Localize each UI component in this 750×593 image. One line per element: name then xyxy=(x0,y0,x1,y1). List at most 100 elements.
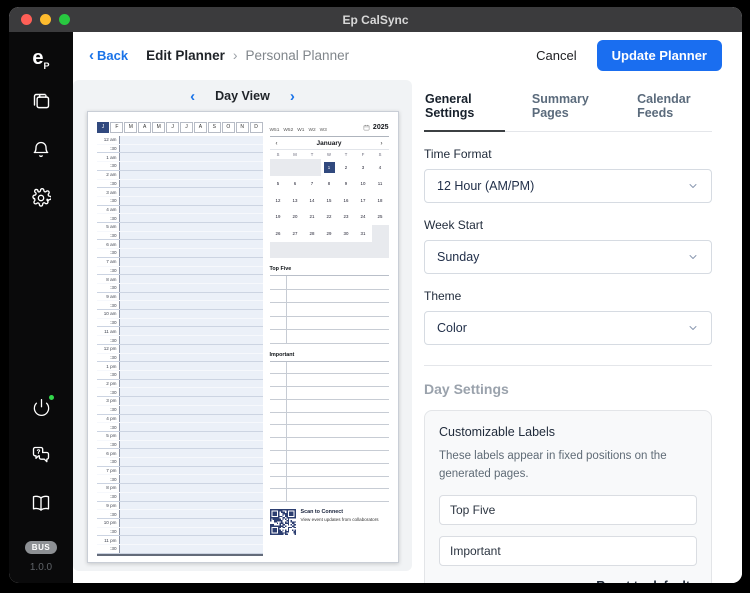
time-row: :30 xyxy=(97,458,263,467)
prev-page-icon[interactable]: ‹ xyxy=(190,89,195,104)
time-cell xyxy=(120,336,263,344)
zoom-button[interactable] xyxy=(59,14,70,25)
sidebar-item-notifications[interactable] xyxy=(31,140,51,165)
chevron-down-icon xyxy=(687,322,699,334)
next-page-icon[interactable]: › xyxy=(290,89,295,104)
calendar-cell: 20 xyxy=(287,209,304,226)
important-label-input[interactable] xyxy=(439,536,697,566)
time-cell xyxy=(120,153,263,161)
close-button[interactable] xyxy=(21,14,32,25)
time-cell xyxy=(120,528,263,536)
section-line xyxy=(270,276,389,290)
cancel-button[interactable]: Cancel xyxy=(536,48,576,63)
settings-tabs: General Settings Summary Pages Calendar … xyxy=(424,84,712,132)
sidebar-item-docs[interactable] xyxy=(31,493,51,518)
breadcrumb-separator-icon: › xyxy=(233,47,238,63)
back-button[interactable]: ‹ Back xyxy=(89,48,128,63)
mini-cal-next-icon: › xyxy=(378,141,386,147)
calendar-cell: 27 xyxy=(287,225,304,242)
time-grid: 12 am:301 am:302 am:303 am:304 am:305 am… xyxy=(97,136,263,556)
card-title: Customizable Labels xyxy=(439,425,697,439)
section-line xyxy=(270,317,389,331)
chevron-down-icon xyxy=(687,251,699,263)
time-format-select[interactable]: 12 Hour (AM/PM) xyxy=(424,169,712,203)
sidebar-item-connection[interactable] xyxy=(32,398,51,422)
minimize-button[interactable] xyxy=(40,14,51,25)
calendar-cell: 16 xyxy=(338,192,355,209)
section-line xyxy=(270,374,389,387)
time-row: :30 xyxy=(97,162,263,171)
reset-to-defaults-button[interactable]: Reset to defaults xyxy=(439,579,697,583)
time-label: :30 xyxy=(97,267,120,275)
time-row: :30 xyxy=(97,336,263,345)
week-start-select[interactable]: Sunday xyxy=(424,240,712,274)
app-logo: eP xyxy=(32,48,49,71)
time-row: :30 xyxy=(97,267,263,276)
time-cell xyxy=(120,458,263,466)
time-label: :30 xyxy=(97,249,120,257)
tab-calendar-feeds[interactable]: Calendar Feeds xyxy=(636,84,712,132)
mini-cal-day-header: S xyxy=(270,152,287,157)
time-cell xyxy=(120,345,263,353)
sidebar-item-planners[interactable] xyxy=(31,91,52,117)
time-row: :30 xyxy=(97,423,263,432)
preview-page-label: Day View xyxy=(215,89,270,103)
time-cell xyxy=(120,475,263,483)
calendar-cell xyxy=(304,159,321,176)
time-label: 11 pm xyxy=(97,536,120,544)
time-cell xyxy=(120,519,263,527)
time-cell xyxy=(120,467,263,475)
section-rows-0 xyxy=(270,276,389,344)
section-line xyxy=(270,362,389,375)
calendar-cell: 17 xyxy=(355,192,372,209)
month-tab-0: J xyxy=(97,122,110,133)
calendar-cell xyxy=(355,242,372,259)
theme-select[interactable]: Color xyxy=(424,311,712,345)
time-row: :30 xyxy=(97,319,263,328)
calendar-cell: 4 xyxy=(372,159,389,176)
calendar-cell xyxy=(270,242,287,259)
time-cell xyxy=(120,484,263,492)
time-row: 5 am xyxy=(97,223,263,232)
time-cell xyxy=(120,301,263,309)
tab-general-settings[interactable]: General Settings xyxy=(424,84,505,132)
online-status-dot xyxy=(49,395,54,400)
top-five-label-input[interactable] xyxy=(439,495,697,525)
month-tab-6: J xyxy=(180,122,193,133)
time-label: :30 xyxy=(97,284,120,292)
section-vline xyxy=(286,276,287,344)
breadcrumb: Edit Planner › Personal Planner xyxy=(146,47,349,63)
calendar-cell: 19 xyxy=(270,209,287,226)
time-row: 4 pm xyxy=(97,415,263,424)
time-label: 2 am xyxy=(97,171,120,179)
time-row: 1 am xyxy=(97,153,263,162)
calendar-cell: 13 xyxy=(287,192,304,209)
planner-preview-panel: ‹ Day View › JFMAMJJASOND W51W52W1W2W3 xyxy=(73,80,412,571)
tab-summary-pages[interactable]: Summary Pages xyxy=(531,84,610,132)
time-cell xyxy=(120,449,263,457)
time-cell xyxy=(120,380,263,388)
time-label: 7 pm xyxy=(97,467,120,475)
calendar-cell xyxy=(287,159,304,176)
mini-cal-day-header: T xyxy=(304,152,321,157)
time-row: 12 pm xyxy=(97,345,263,354)
sidebar-item-help[interactable]: ? xyxy=(31,445,51,470)
time-cell xyxy=(120,362,263,370)
time-cell xyxy=(120,284,263,292)
time-label: :30 xyxy=(97,475,120,483)
time-row: :30 xyxy=(97,371,263,380)
time-row: 7 am xyxy=(97,258,263,267)
sidebar-item-settings[interactable] xyxy=(31,188,51,213)
time-cell xyxy=(120,432,263,440)
time-label: 8 am xyxy=(97,275,120,283)
calendar-cell xyxy=(304,242,321,259)
time-label: 10 pm xyxy=(97,519,120,527)
update-planner-button[interactable]: Update Planner xyxy=(597,40,722,71)
time-label: :30 xyxy=(97,388,120,396)
month-tab-8: S xyxy=(208,122,221,133)
calendar-cell: 2 xyxy=(338,159,355,176)
time-cell xyxy=(120,319,263,327)
time-cell xyxy=(120,145,263,153)
time-label: 4 pm xyxy=(97,415,120,423)
time-cell xyxy=(120,180,263,188)
